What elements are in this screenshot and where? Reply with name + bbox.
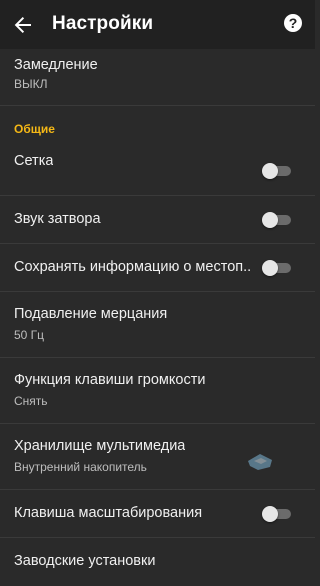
setting-factory-reset[interactable]: Заводские установки	[0, 538, 315, 586]
setting-title: Звук затвора	[14, 211, 101, 227]
save-location-toggle[interactable]	[262, 259, 292, 276]
app-bar: Настройки ?	[0, 0, 315, 49]
setting-flicker[interactable]: Подавление мерцания 50 Гц	[0, 292, 315, 358]
page-title: Настройки	[52, 13, 154, 34]
setting-title: Клавиша масштабирования	[14, 505, 203, 521]
setting-grid[interactable]: Сетка	[0, 146, 315, 196]
help-icon[interactable]: ?	[284, 14, 302, 32]
section-header-general: Общие	[0, 106, 315, 146]
setting-volume-key[interactable]: Функция клавиши громкости Снять	[0, 358, 315, 424]
section-label: Общие	[14, 122, 55, 136]
toggle-thumb	[262, 162, 278, 179]
setting-slow-motion[interactable]: Замедление ВЫКЛ	[0, 49, 315, 106]
setting-value: 50 Гц	[14, 328, 45, 342]
setting-value: ВЫКЛ	[14, 77, 48, 91]
shutter-sound-toggle[interactable]	[262, 211, 292, 228]
setting-title: Заводские установки	[14, 553, 156, 569]
grid-toggle[interactable]	[262, 162, 292, 179]
watermark-logo-icon	[246, 451, 274, 473]
toggle-thumb	[262, 505, 278, 522]
settings-list: Замедление ВЫКЛ Общие Сетка Звук затвора…	[0, 49, 315, 586]
setting-title: Замедление	[14, 57, 98, 73]
setting-title: Хранилище мультимедиа	[14, 438, 186, 454]
setting-title: Сетка	[14, 153, 54, 169]
toggle-thumb	[262, 259, 278, 276]
setting-value: Внутренний накопитель	[14, 460, 147, 474]
zoom-key-toggle[interactable]	[262, 505, 292, 522]
setting-title: Подавление мерцания	[14, 306, 168, 322]
setting-title: Функция клавиши громкости	[14, 372, 206, 388]
setting-shutter-sound[interactable]: Звук затвора	[0, 196, 315, 244]
toggle-thumb	[262, 211, 278, 228]
setting-value: Снять	[14, 394, 48, 408]
setting-zoom-key[interactable]: Клавиша масштабирования	[0, 490, 315, 538]
setting-title: Сохранять информацию о местоп..	[14, 259, 252, 275]
arrow-back-icon[interactable]	[12, 14, 34, 36]
setting-save-location[interactable]: Сохранять информацию о местоп..	[0, 244, 315, 292]
